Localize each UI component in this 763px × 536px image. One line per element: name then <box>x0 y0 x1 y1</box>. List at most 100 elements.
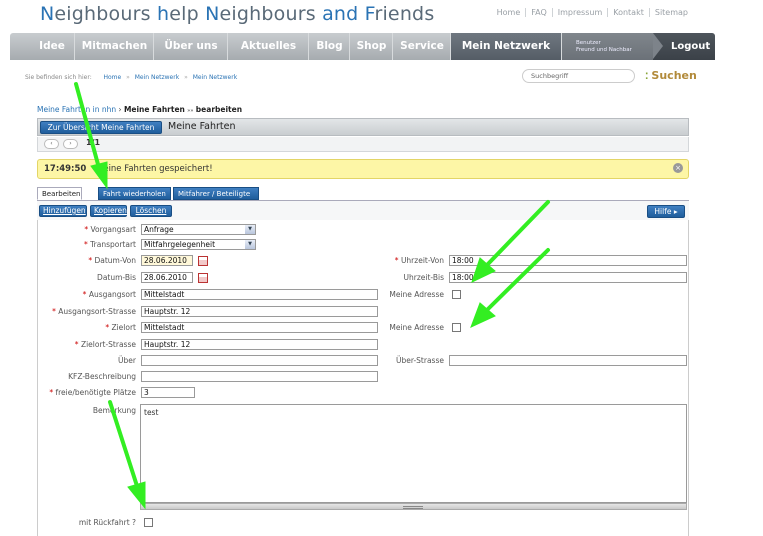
toplink-home[interactable]: Home <box>492 8 526 17</box>
chevron-down-icon: ▼ <box>245 225 255 234</box>
user-info: Benutzer Freund und Nachbar <box>562 33 654 60</box>
page-titlebar: Zur Übersicht Meine Fahrten Meine Fahrte… <box>37 118 689 136</box>
page-crumb-arrow: »» <box>187 108 194 114</box>
page-breadcrumb: Meine Fahrten in nhn › Meine Fahrten »» … <box>37 105 242 114</box>
plaetze-input[interactable]: 3 <box>141 387 195 398</box>
toplink-faq[interactable]: FAQ <box>525 8 552 17</box>
page-crumb-link[interactable]: Meine Fahrten in nhn <box>37 105 116 114</box>
breadcrumb-prefix: Sie befinden sich hier: <box>25 74 92 81</box>
nav-idee[interactable]: Idee <box>30 33 75 60</box>
copy-button-label: Kopieren <box>94 206 127 215</box>
transportart-select[interactable]: Mitfahrgelegenheit ▼ <box>141 239 256 250</box>
toplink-sitemap[interactable]: Sitemap <box>648 8 693 17</box>
bemerkung-textarea[interactable]: test <box>140 404 687 503</box>
textarea-resize-handle[interactable] <box>140 503 687 510</box>
meine-adresse-1-label: Meine Adresse <box>389 290 444 299</box>
kfz-label: KFZ-Beschreibung <box>68 372 136 381</box>
calendar-icon[interactable] <box>198 273 208 283</box>
nav-mitmachen[interactable]: Mitmachen <box>76 33 154 60</box>
search-button[interactable]: ⁚ Suchen <box>645 69 697 82</box>
calendar-icon[interactable] <box>198 256 208 266</box>
brand-part: N <box>40 3 55 25</box>
search-dots-icon: ⁚ <box>645 72 649 82</box>
page-crumb-suffix: bearbeiten <box>195 105 243 114</box>
delete-button[interactable]: Löschen <box>130 205 172 217</box>
datum-bis-input[interactable]: 28.06.2010 <box>141 272 193 283</box>
site-logo[interactable]: Neighbours help Neighbours and Friends <box>40 3 434 25</box>
brand-part: eighbours <box>219 3 323 25</box>
uhrzeit-bis-label: Uhrzeit-Bis <box>403 273 444 282</box>
breadcrumb-netzwerk-2[interactable]: Mein Netzwerk <box>193 74 237 81</box>
brand-part: riends <box>374 3 435 25</box>
add-button-label: Hinzufügen <box>43 206 86 215</box>
rueckfahrt-label: mit Rückfahrt ? <box>78 518 136 527</box>
zielort-input[interactable]: Mittelstadt <box>141 322 378 333</box>
message-time: 17:49:50 <box>44 164 87 174</box>
uhrzeit-bis-input[interactable]: 18:00 <box>449 272 687 283</box>
datum-von-label: * Datum-Von <box>88 256 136 265</box>
nav-mein-netzwerk[interactable]: Mein Netzwerk <box>451 33 562 60</box>
nav-aktuelles[interactable]: Aktuelles <box>229 33 309 60</box>
top-links: Home FAQ Impressum Kontakt Sitemap <box>492 8 693 17</box>
pager: ‹ › 1/1 <box>37 137 689 152</box>
ausgangsort-label: * Ausgangsort <box>82 290 136 299</box>
toplink-kontakt[interactable]: Kontakt <box>607 8 649 17</box>
search-button-label: Suchen <box>651 69 697 82</box>
ausgangsort-strasse-label: * Ausgangsort-Strasse <box>52 307 136 316</box>
ueber-strasse-label: Über-Strasse <box>396 356 444 365</box>
breadcrumb-netzwerk[interactable]: Mein Netzwerk <box>135 74 179 81</box>
tab-mitfahrer[interactable]: Mitfahrer / Beteiligte <box>173 187 259 200</box>
user-label: Benutzer <box>576 40 601 46</box>
back-to-overview-button[interactable]: Zur Übersicht Meine Fahrten <box>40 121 162 134</box>
datum-von-input[interactable]: 28.06.2010 <box>141 255 193 266</box>
bemerkung-label: Bemerkung <box>92 406 136 415</box>
delete-button-label: Löschen <box>135 206 167 215</box>
brand-part: elp <box>169 3 206 25</box>
search-input[interactable]: Suchbegriff <box>522 69 635 83</box>
ueber-strasse-input[interactable] <box>449 355 687 366</box>
breadcrumb-home[interactable]: Home <box>103 74 121 81</box>
datum-bis-label: Datum-Bis <box>97 273 136 282</box>
page-crumb-sep: › <box>116 105 124 114</box>
ueber-label: Über <box>118 356 136 365</box>
vorgangsart-select[interactable]: Anfrage ▼ <box>141 224 256 235</box>
nav-ueber-uns[interactable]: Über uns <box>155 33 228 60</box>
add-button[interactable]: Hinzufügen <box>39 205 87 217</box>
toplink-impressum[interactable]: Impressum <box>551 8 607 17</box>
uhrzeit-von-input[interactable]: 18:00 <box>449 255 687 266</box>
nav-service[interactable]: Service <box>394 33 451 60</box>
help-button[interactable]: Hilfe ▸ <box>647 205 685 218</box>
copy-button[interactable]: Kopieren <box>90 205 127 217</box>
ride-form: * Vorgangsart Anfrage ▼ * Transportart Mi… <box>37 220 689 536</box>
meine-adresse-2-checkbox[interactable] <box>452 323 461 332</box>
breadcrumb: Sie befinden sich hier: Home » Mein Netz… <box>25 74 238 81</box>
message-text: Meine Fahrten gespeichert! <box>96 164 213 174</box>
tab-fahrt-wiederholen[interactable]: Fahrt wiederholen <box>98 187 171 200</box>
main-nav: Idee Mitmachen Über uns Aktuelles Blog S… <box>10 33 715 60</box>
nav-blog[interactable]: Blog <box>310 33 350 60</box>
ausgangsort-input[interactable]: Mittelstadt <box>141 289 378 300</box>
nav-shop[interactable]: Shop <box>351 33 393 60</box>
meine-adresse-1-checkbox[interactable] <box>452 290 461 299</box>
brand-part: and F <box>322 3 375 25</box>
meine-adresse-2-label: Meine Adresse <box>389 323 444 332</box>
pager-next-button[interactable]: › <box>63 139 78 149</box>
ueber-input[interactable] <box>141 355 378 366</box>
vorgangsart-label: * Vorgangsart <box>84 225 136 234</box>
kfz-input[interactable] <box>141 371 378 382</box>
plaetze-label: * freie/benötigte Plätze <box>49 388 136 397</box>
rueckfahrt-checkbox[interactable] <box>144 518 153 527</box>
close-icon[interactable]: × <box>673 163 683 173</box>
ausgangsort-strasse-input[interactable]: Hauptstr. 12 <box>141 306 378 317</box>
brand-part: h <box>156 3 170 25</box>
pager-prev-button[interactable]: ‹ <box>44 139 59 149</box>
brand-part: eighbours <box>54 3 157 25</box>
action-toolbar: Hinzufügen Kopieren Löschen Hilfe ▸ <box>37 200 689 220</box>
pager-count: 1/1 <box>86 138 101 147</box>
chevron-down-icon: ▼ <box>245 240 255 249</box>
nav-arrow-divider <box>653 33 663 59</box>
zielort-strasse-label: * Zielort-Strasse <box>74 340 136 349</box>
tab-bearbeiten[interactable]: Bearbeiten <box>37 187 82 200</box>
zielort-strasse-input[interactable]: Hauptstr. 12 <box>141 339 378 350</box>
page-crumb-current: Meine Fahrten <box>123 105 185 114</box>
